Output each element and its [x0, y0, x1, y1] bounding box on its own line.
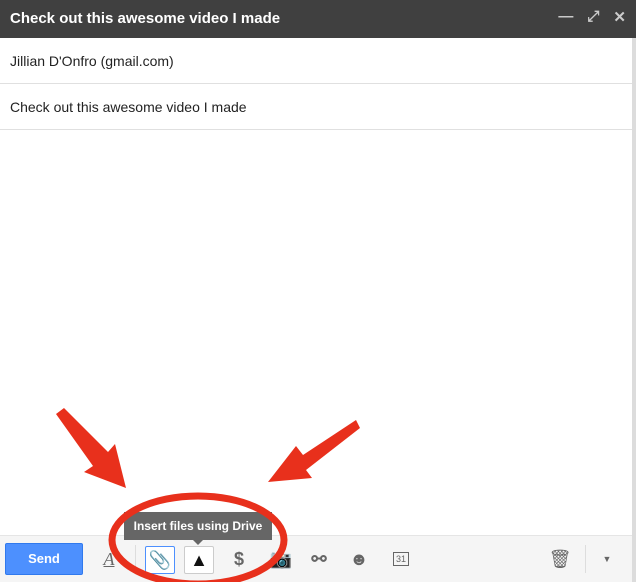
fullscreen-icon[interactable]: ⤢ — [587, 8, 599, 26]
to-field[interactable]: Jillian D'Onfro (gmail.com) — [0, 38, 632, 84]
divider — [135, 545, 136, 573]
google-drive-icon[interactable]: ▲ — [184, 546, 214, 574]
attach-paperclip-icon[interactable]: 📎 — [145, 546, 175, 574]
trash-icon[interactable]: 🗑 — [545, 546, 575, 574]
divider — [585, 545, 586, 573]
window-border — [632, 38, 636, 582]
window-title: Check out this awesome video I made — [10, 10, 281, 27]
message-body[interactable] — [0, 131, 632, 535]
dollar-icon[interactable]: $ — [224, 546, 254, 574]
calendar-day: 31 — [392, 552, 409, 566]
send-button[interactable]: Send — [5, 543, 83, 575]
formatting-icon[interactable]: A — [94, 546, 124, 574]
compose-header: Check out this awesome video I made — ⤢ … — [0, 0, 636, 38]
drive-tooltip: Insert files using Drive — [124, 512, 272, 545]
emoji-icon[interactable]: ☻ — [344, 546, 374, 574]
minimize-icon[interactable]: — — [558, 8, 573, 26]
camera-icon[interactable]: 📷 — [266, 546, 296, 574]
more-options-icon[interactable]: ▼ — [592, 546, 622, 574]
calendar-icon[interactable]: 31 — [386, 546, 416, 574]
close-icon[interactable]: ✕ — [613, 8, 626, 26]
link-icon[interactable]: ⚯ — [304, 546, 334, 574]
compose-toolbar: Send A 📎 ▲ $ 📷 ⚯ ☻ 31 🗑 ▼ — [0, 535, 632, 582]
subject-field[interactable]: Check out this awesome video I made — [0, 84, 632, 130]
